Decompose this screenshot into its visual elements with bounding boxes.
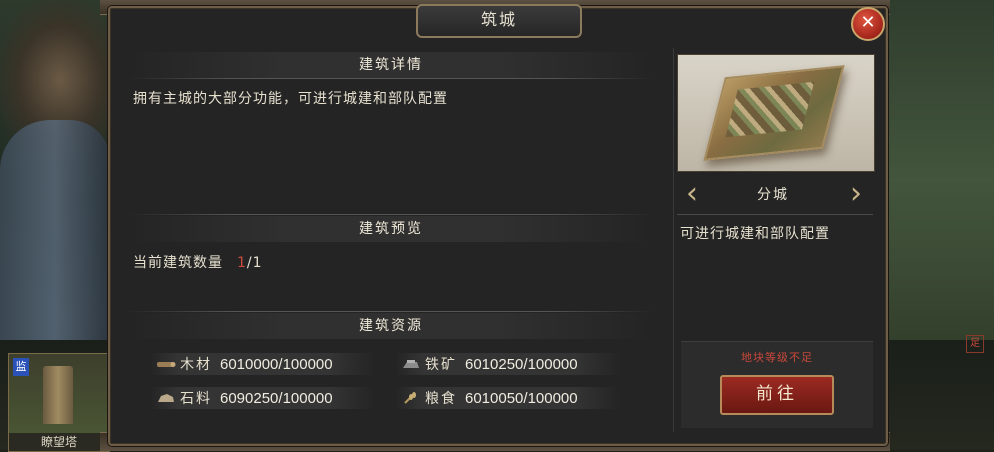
city-buildings: [725, 81, 815, 138]
close-button[interactable]: ✕: [851, 7, 885, 41]
corner-tag: 足: [966, 335, 984, 353]
section-divider: [127, 214, 655, 215]
resource-name: 石料: [180, 391, 212, 407]
stone-icon: [156, 392, 176, 404]
resource-name: 粮食: [425, 391, 457, 407]
watchtower-badge: 监: [13, 358, 29, 376]
resource-amount: 6090250/100000: [220, 389, 333, 407]
section-heading-resources: 建筑资源: [127, 313, 655, 339]
section-divider: [127, 311, 655, 312]
resource-wood: 木材 6010000/100000: [156, 352, 366, 376]
building-count-label: 当前建筑数量: [133, 255, 223, 271]
wood-icon: [156, 358, 176, 370]
building-count-current: 1: [237, 255, 247, 271]
prev-building-arrow-icon[interactable]: ‹: [682, 178, 702, 210]
building-preview-image: [677, 54, 875, 172]
dialog-title: 筑城: [416, 4, 582, 38]
watchtower-card[interactable]: 监 瞭望塔: [8, 353, 110, 452]
building-short-description: 可进行城建和部队配置: [680, 226, 830, 242]
building-divider: [677, 214, 873, 215]
resource-amount: 6010250/100000: [465, 355, 578, 373]
building-description: 拥有主城的大部分功能，可进行城建和部队配置: [133, 91, 448, 107]
section-divider: [127, 78, 655, 79]
building-count-row: 当前建筑数量 1/1: [133, 252, 263, 272]
resource-grain: 粮食 6010050/100000: [401, 386, 611, 410]
resource-iron: 铁矿 6010250/100000: [401, 352, 611, 376]
iron-icon: [401, 358, 421, 370]
city-illustration: [703, 65, 845, 161]
building-name: 分城: [757, 187, 789, 203]
next-building-arrow-icon[interactable]: ›: [846, 178, 866, 210]
section-heading-preview: 建筑预览: [127, 216, 655, 242]
goto-button[interactable]: 前往: [720, 375, 834, 415]
resource-name: 铁矿: [425, 357, 457, 373]
watchtower-image: [43, 366, 73, 424]
resource-amount: 6010000/100000: [220, 355, 333, 373]
warning-text: 地块等级不足: [741, 351, 813, 364]
resource-amount: 6010050/100000: [465, 389, 578, 407]
resource-stone: 石料 6090250/100000: [156, 386, 366, 410]
grain-icon: [401, 392, 421, 404]
section-heading-details: 建筑详情: [127, 52, 655, 78]
watchtower-label: 瞭望塔: [9, 433, 109, 451]
building-count-total: /1: [246, 255, 263, 271]
resource-name: 木材: [180, 357, 212, 373]
